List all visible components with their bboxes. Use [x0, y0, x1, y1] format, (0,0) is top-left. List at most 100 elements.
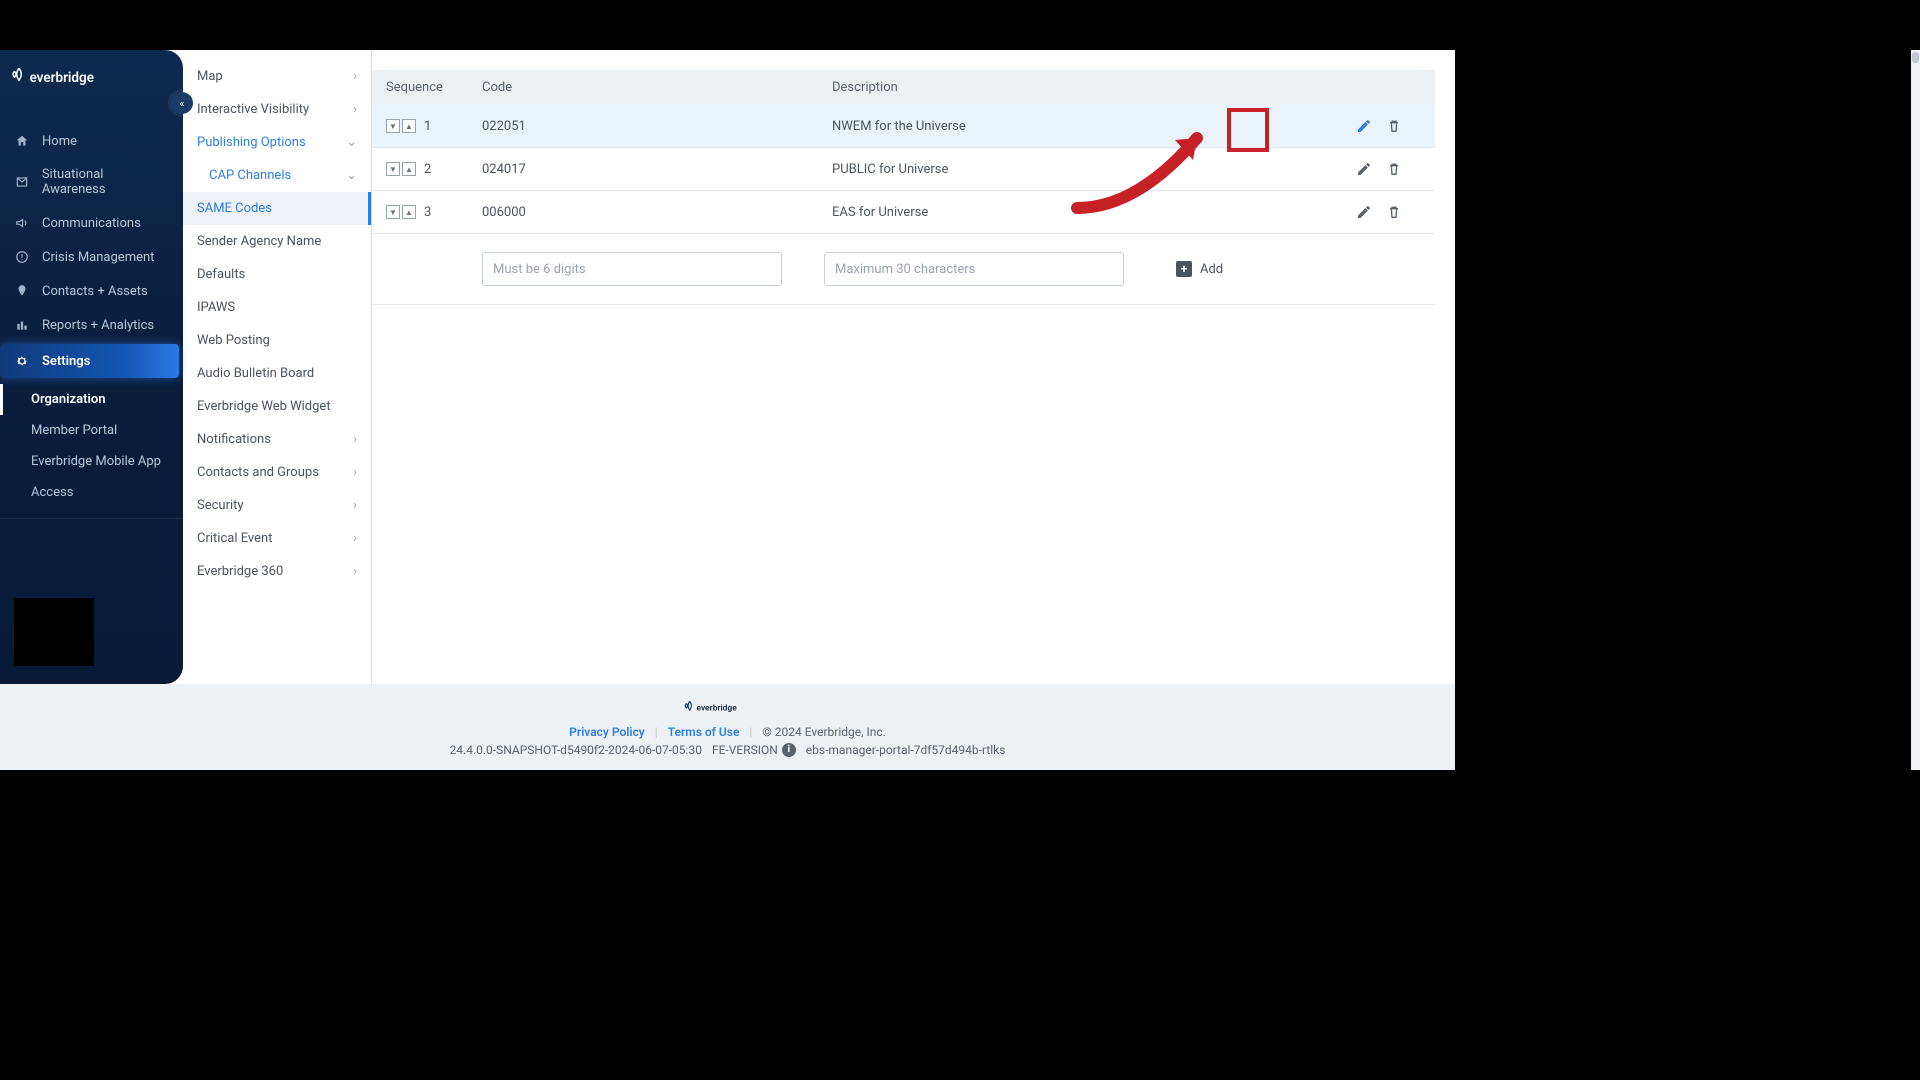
nav-label: Reports + Analytics: [42, 318, 154, 333]
edit-button[interactable]: [1355, 203, 1373, 221]
s2-audio-bulletin-board[interactable]: Audio Bulletin Board: [183, 357, 371, 390]
nav-label: Situational Awareness: [42, 167, 169, 197]
nav-label: Contacts + Assets: [42, 284, 148, 299]
s2-map[interactable]: Map ›: [183, 60, 371, 93]
col-sequence: Sequence: [372, 80, 482, 95]
delete-button[interactable]: [1385, 117, 1403, 135]
scroll-thumb[interactable]: [1912, 52, 1919, 63]
s2-security[interactable]: Security ›: [183, 489, 371, 522]
map-icon: [14, 174, 30, 190]
chevron-right-icon: ›: [353, 69, 357, 84]
delete-button[interactable]: [1385, 203, 1403, 221]
megaphone-icon: [14, 215, 30, 231]
chevron-right-icon: ›: [353, 102, 357, 117]
nav-home[interactable]: Home: [0, 124, 183, 158]
host-id: ebs-manager-portal-7df57d494b-rtlks: [806, 743, 1006, 757]
redacted-box: [14, 598, 94, 666]
alert-icon: [14, 249, 30, 265]
move-up-button[interactable]: ▲: [402, 205, 416, 219]
home-icon: [14, 133, 30, 149]
main-content: Sequence Code Description ▼▲1 022051 NWE…: [372, 50, 1455, 684]
nav-reports-analytics[interactable]: Reports + Analytics: [0, 308, 183, 342]
s2-cap-channels[interactable]: CAP Channels ⌄: [183, 159, 371, 192]
s2-label: Publishing Options: [197, 135, 306, 150]
scrollbar[interactable]: [1911, 50, 1920, 770]
primary-sidebar: everbridge « Home Situational Awareness …: [0, 50, 183, 684]
chevron-right-icon: ›: [353, 498, 357, 513]
move-down-button[interactable]: ▼: [386, 162, 400, 176]
collapse-sidebar-button[interactable]: «: [171, 92, 193, 114]
move-up-button[interactable]: ▲: [402, 162, 416, 176]
delete-button[interactable]: [1385, 160, 1403, 178]
chart-icon: [14, 317, 30, 333]
add-row: +Add: [372, 234, 1435, 305]
s2-notifications[interactable]: Notifications ›: [183, 423, 371, 456]
s2-same-codes[interactable]: SAME Codes: [183, 192, 371, 225]
s2-label: Critical Event: [197, 531, 272, 546]
build-version: 24.4.0.0-SNAPSHOT-d5490f2-2024-06-07-05:…: [450, 743, 702, 757]
chevron-right-icon: ›: [353, 564, 357, 579]
move-down-button[interactable]: ▼: [386, 119, 400, 133]
nav-label: Crisis Management: [42, 250, 154, 265]
copyright: © 2024 Everbridge, Inc.: [762, 725, 885, 739]
fe-version-label: FE-VERSION: [712, 743, 778, 757]
s2-label: Map: [197, 69, 223, 84]
table-row: ▼▲2 024017 PUBLIC for Universe: [372, 148, 1435, 191]
s2-critical-event[interactable]: Critical Event ›: [183, 522, 371, 555]
seq-value: 3: [424, 205, 431, 220]
code-input[interactable]: [482, 252, 782, 286]
privacy-link[interactable]: Privacy Policy: [569, 725, 645, 739]
nav-crisis-management[interactable]: Crisis Management: [0, 240, 183, 274]
edit-button[interactable]: [1355, 117, 1373, 135]
s2-contacts-groups[interactable]: Contacts and Groups›: [183, 456, 371, 489]
move-up-button[interactable]: ▲: [402, 119, 416, 133]
s2-web-posting[interactable]: Web Posting: [183, 324, 371, 357]
nav-label: Communications: [42, 216, 141, 231]
col-code: Code: [482, 80, 832, 95]
nav-communications[interactable]: Communications: [0, 206, 183, 240]
seq-value: 1: [424, 119, 431, 134]
move-down-button[interactable]: ▼: [386, 205, 400, 219]
table-header: Sequence Code Description: [372, 70, 1435, 105]
terms-link[interactable]: Terms of Use: [668, 725, 740, 739]
chevron-right-icon: ›: [353, 531, 357, 546]
desc-value: NWEM for the Universe: [832, 119, 1235, 134]
s2-ipaws[interactable]: IPAWS: [183, 291, 371, 324]
description-input[interactable]: [824, 252, 1124, 286]
s2-label: Interactive Visibility: [197, 102, 309, 117]
nav-situational-awareness[interactable]: Situational Awareness: [0, 158, 183, 206]
subnav-mobile-app[interactable]: Everbridge Mobile App: [0, 446, 183, 477]
desc-value: PUBLIC for Universe: [832, 162, 1235, 177]
nav-contacts-assets[interactable]: Contacts + Assets: [0, 274, 183, 308]
s2-everbridge-web-widget[interactable]: Everbridge Web Widget: [183, 390, 371, 423]
subnav-access[interactable]: Access: [0, 477, 183, 508]
add-button[interactable]: +Add: [1176, 261, 1223, 277]
s2-defaults[interactable]: Defaults: [183, 258, 371, 291]
s2-label: Security: [197, 498, 244, 513]
code-value: 006000: [482, 205, 832, 220]
s2-label: CAP Channels: [209, 168, 291, 183]
pin-icon: [14, 283, 30, 299]
chevron-down-icon: ⌄: [346, 135, 357, 150]
edit-button[interactable]: [1355, 160, 1373, 178]
s2-label: Notifications: [197, 432, 271, 447]
s2-sender-agency-name[interactable]: Sender Agency Name: [183, 225, 371, 258]
chevron-right-icon: ›: [353, 465, 357, 480]
code-value: 022051: [482, 119, 832, 134]
chevron-right-icon: ›: [353, 432, 357, 447]
s2-everbridge-360[interactable]: Everbridge 360›: [183, 555, 371, 588]
gear-icon: [14, 353, 30, 369]
s2-interactive-visibility[interactable]: Interactive Visibility ›: [183, 93, 371, 126]
col-description: Description: [832, 80, 1235, 95]
chevron-down-icon: ⌄: [346, 168, 357, 183]
page-footer: everbridge Privacy Policy | Terms of Use…: [0, 684, 1455, 770]
nav-settings[interactable]: Settings: [0, 344, 179, 378]
subnav-member-portal[interactable]: Member Portal: [0, 415, 183, 446]
code-value: 024017: [482, 162, 832, 177]
subnav-organization[interactable]: Organization: [0, 384, 183, 415]
brand-logo: everbridge: [0, 50, 183, 102]
info-icon[interactable]: i: [782, 743, 796, 757]
nav-label: Settings: [42, 354, 90, 369]
nav-label: Home: [42, 134, 77, 149]
s2-publishing-options[interactable]: Publishing Options ⌄: [183, 126, 371, 159]
